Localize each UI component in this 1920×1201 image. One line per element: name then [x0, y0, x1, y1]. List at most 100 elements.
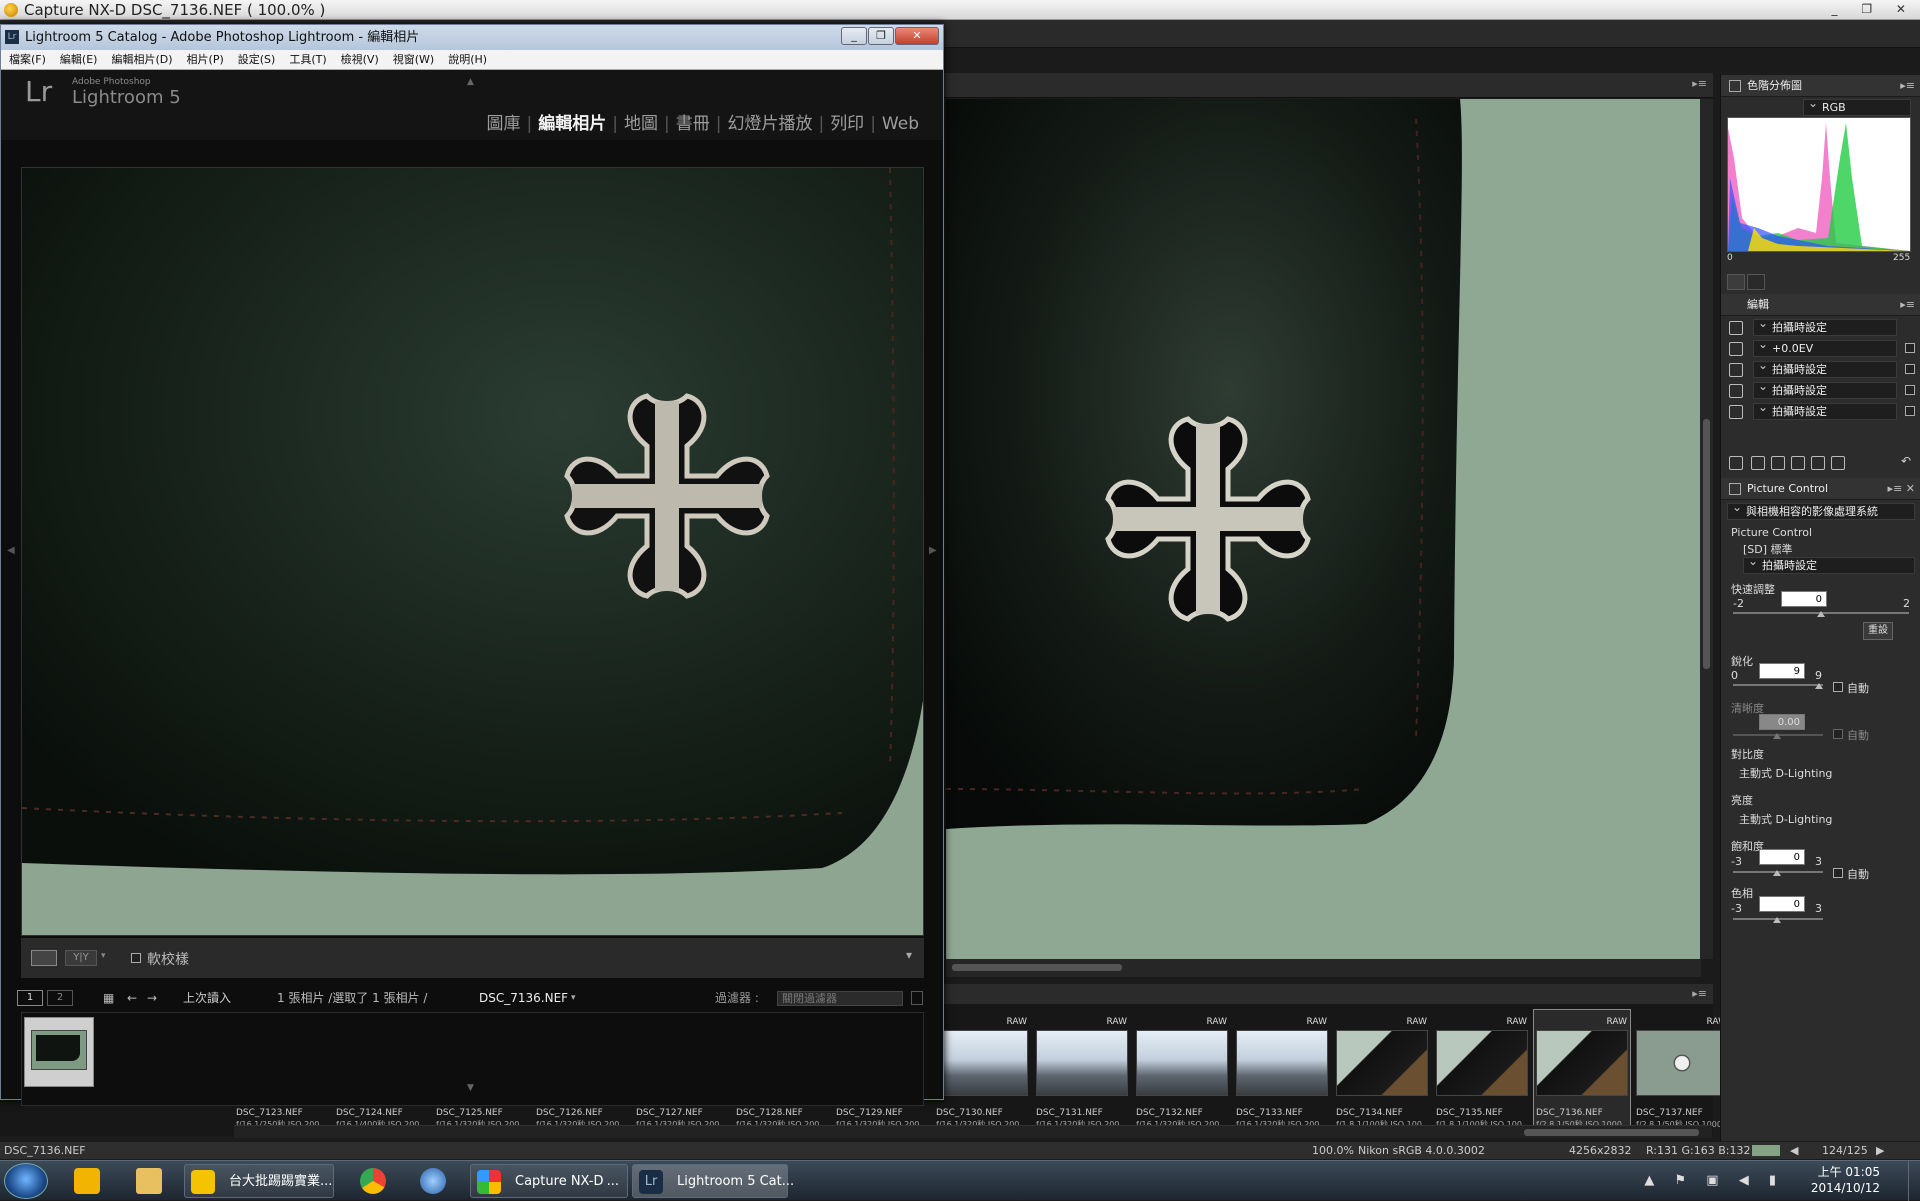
module-3[interactable]: 書冊 — [676, 114, 710, 134]
module-1[interactable]: 編輯相片 — [538, 114, 606, 134]
module-0[interactable]: 圖庫 — [487, 114, 521, 134]
module-6[interactable]: Web — [882, 114, 919, 134]
saturation-slider[interactable] — [1733, 870, 1823, 876]
start-button[interactable] — [4, 1163, 48, 1199]
filmstrip-item[interactable]: RAWDSC_7132.NEFf/16 1/320秒 ISO 200 — [1134, 1010, 1230, 1132]
levels-icon[interactable] — [1771, 456, 1785, 470]
prev-image-icon[interactable]: ◀ — [1790, 1142, 1798, 1159]
viewer-vertical-scrollbar[interactable] — [1700, 99, 1713, 959]
histogram-channel-select[interactable]: RGB — [1803, 96, 1911, 116]
undo-icon[interactable]: ↶ — [1901, 454, 1911, 468]
compare-dropdown-icon[interactable]: ▾ — [101, 951, 106, 961]
filmstrip-item[interactable]: RAWDSC_7130.NEFf/16 1/320秒 ISO 200 — [934, 1010, 1030, 1132]
taskbar-app-ptt[interactable]: 台大批踢踢實業... — [184, 1164, 334, 1198]
taskbar-pinned-pen-app[interactable] — [60, 1164, 116, 1198]
module-4[interactable]: 幻燈片播放 — [727, 114, 812, 134]
edit-row-select[interactable]: 拍攝時設定 — [1753, 400, 1897, 420]
clarity-auto-checkbox[interactable] — [1833, 729, 1843, 739]
edit-row-select[interactable]: +0.0EV — [1753, 337, 1897, 357]
maximize-button[interactable]: ❐ — [868, 27, 894, 45]
filmstrip-item[interactable]: RAWDSC_7137.NEFf/2.8 1/50秒 ISO 1000 — [1634, 1010, 1730, 1132]
picture-control-base-select[interactable]: 拍攝時設定 — [1743, 554, 1915, 574]
panel-menu-icon[interactable]: ▸≡ — [1900, 294, 1915, 316]
saturation-auto-checkbox[interactable] — [1833, 868, 1843, 878]
taskbar-app-capture-nx[interactable]: Capture NX-D ... — [470, 1164, 628, 1198]
filmstrip-item[interactable]: RAWDSC_7133.NEFf/16 1/320秒 ISO 200 — [1234, 1010, 1330, 1132]
panel-close-icon[interactable]: ▸≡ ✕ — [1888, 478, 1915, 500]
processing-system-select[interactable]: 與相機相容的影像處理系統 — [1727, 500, 1915, 520]
hue-slider[interactable] — [1733, 917, 1823, 923]
histogram-header[interactable]: 色階分佈圖 ▸≡ — [1721, 75, 1920, 97]
edit-row-select[interactable]: 拍攝時設定 — [1753, 379, 1897, 399]
filter-lock-icon[interactable] — [911, 991, 923, 1005]
filmstrip-scrollbar[interactable] — [234, 1125, 1712, 1138]
edit-header[interactable]: 編輯 ▸≡ — [1721, 294, 1920, 316]
viewer-horizontal-scrollbar[interactable] — [946, 959, 1701, 977]
lr-menu-item[interactable]: 相片(P) — [181, 50, 230, 70]
brush-icon[interactable] — [1831, 456, 1845, 470]
clarity-slider[interactable] — [1733, 733, 1823, 739]
lr-menu-item[interactable]: 檢視(V) — [335, 50, 385, 70]
lr-menu-item[interactable]: 說明(H) — [442, 50, 493, 70]
filmstrip-item[interactable]: RAWDSC_7134.NEFf/1.8 1/100秒 ISO 100 — [1334, 1010, 1430, 1132]
next-image-icon[interactable]: ▶ — [1876, 1142, 1884, 1159]
minimize-button[interactable]: _ — [841, 27, 867, 45]
filmstrip-menu-icon[interactable]: ▸≡ — [1692, 987, 1707, 1000]
capture-nx-image-viewer[interactable] — [946, 99, 1701, 959]
lr-menu-item[interactable]: 設定(S) — [232, 50, 282, 70]
source-label[interactable]: 上次讀入 — [183, 987, 231, 1009]
rotate-icon[interactable] — [1791, 456, 1805, 470]
toolbar-options-icon[interactable]: ▾ — [906, 948, 912, 962]
current-file[interactable]: DSC_7136.NEF — [479, 987, 568, 1009]
filmstrip-thumbnail[interactable] — [24, 1017, 94, 1087]
loupe-view-icon[interactable] — [31, 950, 57, 966]
softproof-checkbox[interactable] — [131, 953, 141, 963]
saturation-input[interactable]: 0 — [1759, 849, 1805, 865]
close-button[interactable]: ✕ — [895, 27, 939, 45]
edit-row-checkbox[interactable] — [1905, 343, 1915, 353]
lightroom-image-view[interactable] — [21, 167, 924, 936]
right-panel-toggle-icon[interactable]: ▶ — [929, 545, 937, 556]
edit-row-checkbox[interactable] — [1905, 406, 1915, 416]
sharpen-input[interactable]: 9 — [1759, 663, 1805, 679]
sharpen-auto-checkbox[interactable] — [1833, 682, 1843, 692]
clarity-input[interactable]: 0.00 — [1759, 714, 1805, 730]
left-panel-toggle-icon[interactable]: ◀ — [7, 545, 15, 556]
filmstrip-toggle-icon[interactable]: ▼ — [467, 1083, 474, 1093]
file-dropdown-icon[interactable]: ▾ — [571, 987, 576, 1009]
straighten-icon[interactable] — [1811, 456, 1825, 470]
compare-view-button[interactable]: Y|Y — [65, 950, 97, 966]
noise-reduction-icon[interactable] — [1729, 456, 1743, 470]
lr-menu-item[interactable]: 編輯相片(D) — [105, 50, 178, 70]
filmstrip-item[interactable]: RAWDSC_7135.NEFf/1.8 1/100秒 ISO 100 — [1434, 1010, 1530, 1132]
taskbar-clock[interactable]: 上午 01:05 2014/10/12 — [1811, 1164, 1880, 1196]
hue-input[interactable]: 0 — [1759, 896, 1805, 912]
filmstrip-item[interactable]: RAWDSC_7136.NEFf/2.8 1/50秒 ISO 1000 — [1533, 1009, 1631, 1133]
crop-icon[interactable] — [1751, 456, 1765, 470]
lr-menu-item[interactable]: 檔案(F) — [3, 50, 52, 70]
quick-adjust-slider[interactable] — [1733, 611, 1909, 617]
lr-menu-item[interactable]: 視窗(W) — [387, 50, 440, 70]
picture-control-header[interactable]: Picture Control ▸≡ ✕ — [1721, 478, 1920, 500]
panel-menu-icon[interactable]: ▸≡ — [1900, 75, 1915, 97]
panel-menu-icon[interactable]: ▸≡ — [1692, 77, 1707, 90]
edit-tab-icon[interactable] — [1727, 274, 1745, 290]
capture-nx-window-controls[interactable]: _ ❐ ✕ — [1832, 2, 1916, 16]
grid-view-icon[interactable]: ▦ — [103, 987, 114, 1009]
module-5[interactable]: 列印 — [830, 114, 864, 134]
taskbar-pinned-folder[interactable] — [122, 1164, 178, 1198]
filmstrip-item[interactable]: RAWDSC_7131.NEFf/16 1/320秒 ISO 200 — [1034, 1010, 1130, 1132]
filter-select[interactable]: 關閉過濾器 — [777, 991, 903, 1006]
lr-menu-item[interactable]: 編輯(E) — [54, 50, 104, 70]
top-panel-toggle-icon[interactable]: ▲ — [467, 77, 474, 87]
screen-1-button[interactable]: 1 — [17, 990, 43, 1006]
sharpen-slider[interactable] — [1733, 683, 1823, 689]
module-2[interactable]: 地圖 — [624, 114, 658, 134]
edit-row-checkbox[interactable] — [1905, 364, 1915, 374]
taskbar-chrome[interactable] — [346, 1164, 402, 1198]
info-tab-icon[interactable] — [1747, 274, 1765, 290]
edit-row-select[interactable]: 拍攝時設定 — [1753, 358, 1897, 378]
quick-adjust-input[interactable]: 0 — [1781, 591, 1827, 607]
system-tray-icons[interactable]: ▲ ⚑ ▣ ◀ ▮ — [1644, 1173, 1784, 1188]
edit-row-select[interactable]: 拍攝時設定 — [1753, 316, 1897, 336]
